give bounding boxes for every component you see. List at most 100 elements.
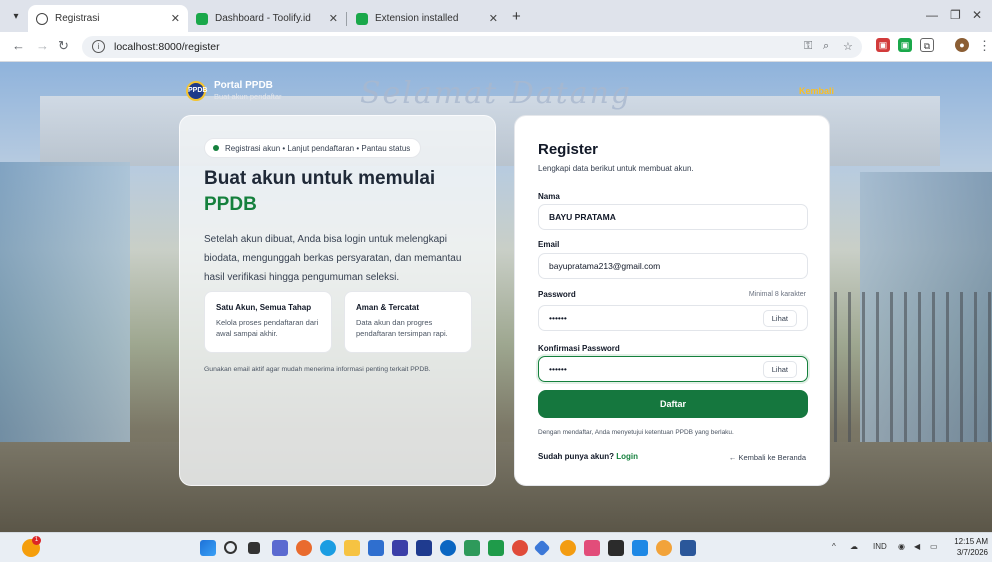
reload-icon[interactable]: ↻	[58, 38, 69, 54]
terminal-icon[interactable]	[608, 540, 624, 556]
extension-red-icon[interactable]: ▣	[876, 38, 890, 52]
close-window-button[interactable]: ✕	[972, 8, 982, 22]
brand-name: Portal PPDB	[214, 80, 273, 91]
clock[interactable]: 12:15 AM 3/7/2026	[952, 536, 988, 558]
app-icon[interactable]	[560, 540, 576, 556]
form-title: Register	[538, 141, 599, 158]
app-icon[interactable]	[584, 540, 600, 556]
photoshop-icon[interactable]	[416, 540, 432, 556]
file-explorer-icon[interactable]	[344, 540, 360, 556]
steps-pill: Registrasi akun • Lanjut pendaftaran • P…	[204, 138, 422, 158]
tab-title: Extension installed	[375, 13, 459, 24]
browser-toolbar: ← → ↻ i localhost:8000/register ⚿ ⌕ ☆	[0, 32, 992, 62]
form-subtitle: Lengkapi data berikut untuk membuat akun…	[538, 164, 694, 173]
word-icon[interactable]	[680, 540, 696, 556]
password-key-icon[interactable]: ⚿	[804, 40, 812, 53]
confirm-password-label: Konfirmasi Password	[538, 344, 620, 353]
feature-card: Aman & Tercatat Data akun dan progres pe…	[344, 291, 472, 353]
login-link[interactable]: Login	[616, 452, 638, 461]
weather-badge: 1	[32, 536, 41, 545]
new-tab-button[interactable]: +	[512, 8, 521, 25]
language-indicator[interactable]: IND	[873, 542, 887, 551]
globe-icon	[36, 12, 48, 25]
green-app-icon	[356, 12, 368, 25]
tab-registrasi[interactable]: Registrasi ✕	[28, 5, 188, 32]
show-password-button[interactable]: Lihat	[762, 309, 797, 327]
store-icon[interactable]	[368, 540, 384, 556]
url-text: localhost:8000/register	[114, 41, 220, 53]
extension-green-icon[interactable]: ▣	[898, 38, 912, 52]
background-iron-gate	[820, 292, 992, 442]
profile-avatar[interactable]: ●	[955, 38, 969, 52]
terms-text: Dengan mendaftar, Anda menyetujui ketent…	[538, 429, 734, 436]
search-icon[interactable]	[224, 541, 237, 554]
edge-icon[interactable]	[320, 540, 336, 556]
password-hint: Minimal 8 karakter	[748, 291, 806, 298]
teams-icon[interactable]	[272, 540, 288, 556]
email-label: Email	[538, 240, 560, 249]
start-windows-icon[interactable]	[200, 540, 216, 556]
app-icon[interactable]	[464, 540, 480, 556]
back-arrow-icon[interactable]: ←	[12, 38, 25, 53]
confirm-password-value: ••••••	[549, 364, 567, 374]
chrome-icon[interactable]	[512, 540, 528, 556]
tab-search-menu-icon[interactable]: ▾	[8, 9, 24, 25]
windows-taskbar: 1 ^ ☁ IND ◉ ◀ ▭ 12:15 AM 3/7/2026	[0, 532, 992, 562]
address-bar[interactable]: i localhost:8000/register ⚿ ⌕ ☆	[82, 36, 862, 58]
hero-title: Buat akun untuk memulai	[204, 168, 436, 189]
clock-time: 12:15 AM	[954, 537, 988, 546]
have-account-label: Sudah punya akun?	[538, 452, 615, 461]
tab-extension[interactable]: Extension installed ✕	[348, 5, 506, 32]
vscode-icon[interactable]	[632, 540, 648, 556]
show-confirm-password-button[interactable]: Lihat	[762, 360, 797, 378]
confirm-password-field[interactable]: •••••• Lihat	[538, 356, 808, 382]
restore-button[interactable]: ❐	[950, 8, 961, 22]
close-tab-icon[interactable]: ✕	[489, 12, 498, 25]
tab-separator	[346, 12, 347, 26]
register-card: Register Lengkapi data berikut untuk mem…	[514, 115, 830, 486]
name-value: BAYU PRATAMA	[549, 212, 616, 222]
app-icon[interactable]	[440, 540, 456, 556]
app-icon[interactable]	[392, 540, 408, 556]
zoom-icon[interactable]: ⌕	[823, 40, 829, 53]
hero-title-accent: PPDB	[204, 194, 257, 215]
bookmark-star-icon[interactable]: ☆	[843, 40, 853, 53]
wifi-icon[interactable]: ◉	[898, 542, 905, 551]
close-tab-icon[interactable]: ✕	[329, 12, 338, 25]
close-tab-icon[interactable]: ✕	[171, 12, 180, 25]
app-icon[interactable]	[533, 539, 551, 557]
have-account-text: Sudah punya akun? Login	[538, 452, 638, 461]
clock-date: 3/7/2026	[956, 548, 988, 557]
name-field[interactable]: BAYU PRATAMA	[538, 204, 808, 230]
minimize-button[interactable]: —	[926, 8, 938, 22]
app-icon[interactable]	[656, 540, 672, 556]
brand[interactable]: PPDB Portal PPDB Buat akun pendaftar	[186, 80, 282, 101]
battery-icon[interactable]: ▭	[930, 542, 938, 551]
hero-description: Setelah akun dibuat, Anda bisa login unt…	[204, 234, 462, 283]
forward-arrow-icon[interactable]: →	[36, 38, 49, 53]
tab-title: Dashboard - Toolify.id	[215, 13, 311, 24]
password-value: ••••••	[549, 313, 567, 323]
background-ground	[0, 442, 992, 532]
email-field[interactable]: bayupratama213@gmail.com	[538, 253, 808, 279]
password-field[interactable]: •••••• Lihat	[538, 305, 808, 331]
extensions-puzzle-icon[interactable]: ⧉	[920, 38, 934, 52]
widgets-icon[interactable]	[296, 540, 312, 556]
site-info-icon[interactable]: i	[92, 40, 105, 53]
back-home-link[interactable]: ← Kembali ke Beranda	[729, 453, 806, 462]
tab-dashboard[interactable]: Dashboard - Toolify.id ✕	[188, 5, 346, 32]
tab-title: Registrasi	[55, 13, 100, 24]
task-view-icon[interactable]	[248, 542, 260, 554]
excel-icon[interactable]	[488, 540, 504, 556]
browser-menu-icon[interactable]: ⋮	[978, 38, 991, 54]
volume-icon[interactable]: ◀	[914, 542, 920, 551]
feature-title: Satu Akun, Semua Tahap	[216, 303, 312, 312]
email-value: bayupratama213@gmail.com	[549, 261, 661, 271]
steps-pill-text: Registrasi akun • Lanjut pendaftaran • P…	[225, 143, 411, 153]
chevron-up-icon[interactable]: ^	[832, 542, 836, 551]
feature-card: Satu Akun, Semua Tahap Kelola proses pen…	[204, 291, 332, 353]
feature-title: Aman & Tercatat	[356, 303, 419, 312]
back-link-top[interactable]: Kembali	[799, 86, 834, 96]
cloud-icon[interactable]: ☁	[850, 542, 858, 551]
register-button[interactable]: Daftar	[538, 390, 808, 418]
